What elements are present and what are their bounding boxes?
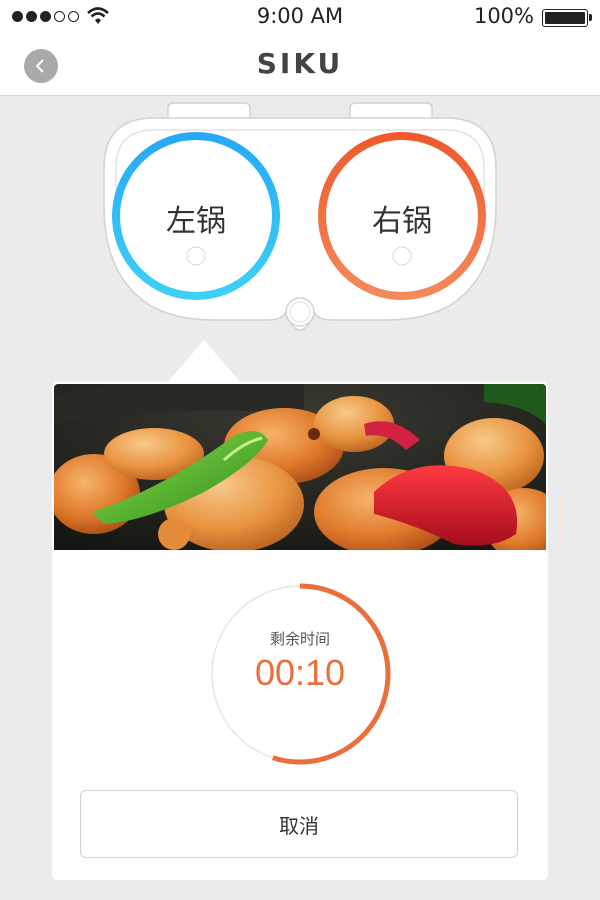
popover-caret: [166, 340, 242, 384]
remaining-time-label: 剩余时间: [269, 630, 330, 648]
cooking-card: 剩余时间 00:10 取消: [52, 382, 548, 880]
battery-icon: [542, 9, 592, 27]
navigation-bar: SIKU: [0, 34, 600, 96]
cancel-button[interactable]: 取消: [80, 790, 518, 858]
remaining-time-value: 00:10: [254, 652, 346, 693]
status-bar: 9:00 AM 100%: [0, 0, 600, 34]
food-photo: [54, 384, 546, 550]
cooker-device: 左锅 右锅: [94, 102, 506, 334]
right-pot-label: 右锅: [372, 204, 432, 239]
battery-percentage: 100%: [473, 4, 534, 28]
remaining-time-timer: 剩余时间 00:10: [208, 582, 392, 766]
left-pot-label: 左锅: [166, 204, 226, 239]
page-title: SIKU: [256, 47, 344, 80]
